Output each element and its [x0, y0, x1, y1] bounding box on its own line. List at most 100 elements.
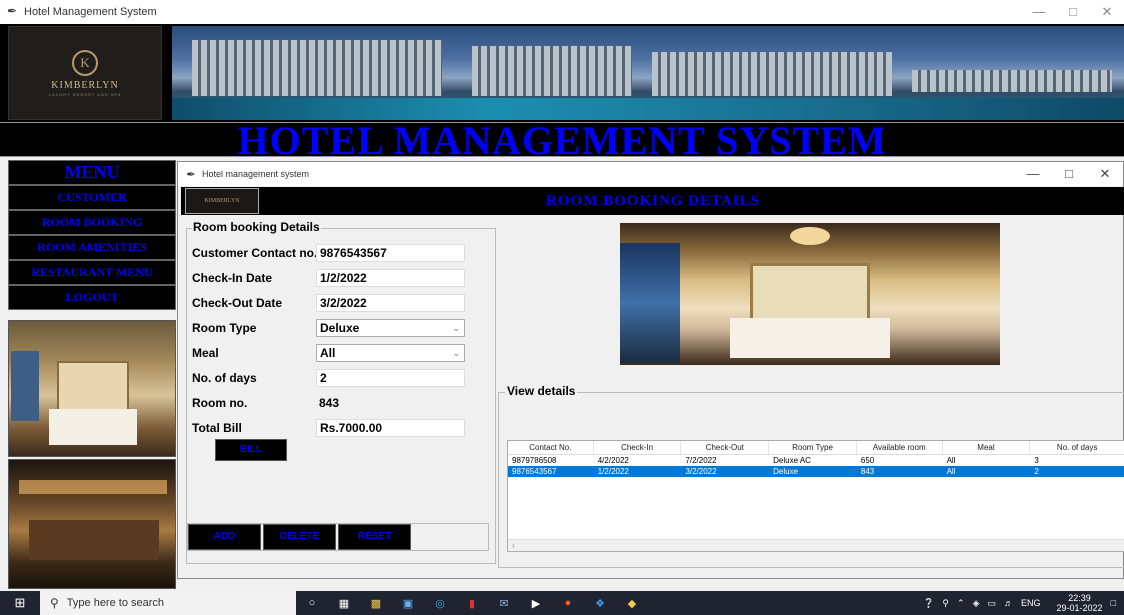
menu-item-restaurant-menu[interactable]: RESTAURANT MENU [8, 260, 176, 285]
meal-select[interactable]: All ⌄ [316, 344, 465, 362]
field-total-bill: Total Bill Rs.7000.00 [192, 419, 492, 439]
column-header[interactable]: No. of days [1030, 441, 1124, 454]
table-cell: 9876543567 [512, 467, 557, 476]
delete-button[interactable]: DELETE [263, 524, 336, 550]
system-tray: ❔ ⚲ ⌃ ◈ ▭ ♬ ENG 22:39 29-01-2022 □ [915, 591, 1116, 615]
file-explorer-icon[interactable]: ▩ [362, 594, 390, 612]
room-photo-window [620, 243, 680, 363]
days-input[interactable]: 2 [316, 369, 465, 387]
table-cell: All [946, 467, 956, 476]
room-photo [620, 223, 1000, 365]
chevron-down-icon[interactable]: ⌄ [452, 345, 460, 362]
notifications-icon[interactable]: □ [1111, 598, 1116, 608]
horizontal-scrollbar[interactable]: ‹ [508, 539, 1124, 551]
side-restaurant-image [8, 459, 176, 589]
side-room-image [8, 320, 176, 457]
room-no-value: 843 [319, 396, 340, 410]
column-header[interactable]: Check-In [594, 441, 682, 454]
table-cell: 3/2/2022 [685, 467, 717, 476]
search-icon: ⚲ [50, 596, 59, 610]
room-booking-heading: ROOM BOOKING DETAILS [546, 193, 760, 209]
checkout-input[interactable]: 3/2/2022 [316, 294, 465, 312]
child-maximize-button[interactable]: □ [1051, 162, 1087, 186]
edge-icon[interactable]: ◎ [426, 594, 454, 612]
field-meal: Meal All ⌄ [192, 344, 492, 364]
table-cell: 9879786508 [512, 456, 557, 465]
chrome-icon[interactable]: ● [554, 594, 582, 612]
field-days: No. of days 2 [192, 369, 492, 389]
logo-name: KIMBERLYN [51, 79, 119, 91]
table-cell: 1/2/2022 [597, 467, 629, 476]
volume-icon[interactable]: ♬ [1004, 598, 1013, 608]
child-feather-icon: ✒ [186, 168, 196, 181]
banner-building-left [192, 40, 442, 96]
clock[interactable]: 22:39 29-01-2022 [1049, 593, 1103, 613]
clock-date: 29-01-2022 [1056, 603, 1103, 613]
table-cell: Deluxe [773, 467, 799, 476]
table-cell: 3 [1034, 456, 1039, 465]
child-close-button[interactable]: ✕ [1087, 162, 1123, 186]
bill-button[interactable]: BILL [215, 439, 287, 461]
close-button[interactable]: ✕ [1090, 0, 1124, 24]
total-bill-input[interactable]: Rs.7000.00 [316, 419, 465, 437]
menu-item-customer[interactable]: CUSTOMER [8, 185, 176, 210]
room-type-value: Deluxe [320, 321, 360, 335]
child-minimize-button[interactable]: — [1015, 162, 1051, 186]
chevron-down-icon[interactable]: ⌄ [452, 320, 460, 337]
room-booking-header: ROOM BOOKING DETAILS KIMBERLYN [181, 187, 1124, 215]
python-icon[interactable]: ◆ [618, 594, 646, 612]
room-photo-headboard [750, 263, 870, 323]
maximize-button[interactable]: □ [1056, 0, 1090, 24]
system-title-band: HOTEL MANAGEMENT SYSTEM [0, 121, 1124, 161]
netflix-icon[interactable]: ▮ [458, 594, 486, 612]
table-header: Contact No. Check-In Check-Out Room Type… [508, 441, 1124, 455]
taskbar-apps: ○ ▦ ▩ ▣ ◎ ▮ ✉ ▶ ● ❖ ◆ [296, 591, 648, 615]
table-cell: Deluxe AC [773, 456, 811, 465]
main-window-title: Hotel Management System [24, 6, 157, 18]
column-header[interactable]: Meal [943, 441, 1031, 454]
windows-start-icon[interactable]: ⊞ [0, 595, 40, 611]
task-view-icon[interactable]: ▦ [330, 594, 358, 612]
add-button[interactable]: ADD [188, 524, 261, 550]
store-icon[interactable]: ▣ [394, 594, 422, 612]
chevron-up-icon[interactable]: ⌃ [957, 598, 965, 609]
language-indicator[interactable]: ENG [1021, 598, 1041, 608]
column-header[interactable]: Check-Out [681, 441, 770, 454]
table-cell: 650 [860, 456, 875, 465]
side-restaurant-lights [19, 480, 167, 494]
room-no-label: Room no. [192, 396, 248, 410]
contact-input[interactable]: 9876543567 [316, 244, 465, 262]
battery-icon[interactable]: ▭ [987, 598, 996, 609]
people-icon[interactable]: ⚲ [942, 598, 949, 609]
banner-building-far [912, 70, 1112, 92]
help-icon[interactable]: ❔ [923, 598, 934, 609]
mail-icon[interactable]: ✉ [490, 594, 518, 612]
room-type-select[interactable]: Deluxe ⌄ [316, 319, 465, 337]
prime-video-icon[interactable]: ▶ [522, 594, 550, 612]
menu-item-room-amenities[interactable]: ROOM AMENITIES [8, 235, 176, 260]
wifi-icon[interactable]: ◈ [973, 598, 980, 609]
hotel-logo: K KIMBERLYN LUXURY RESORT AND SPA [8, 26, 162, 120]
contact-label: Customer Contact no. [192, 246, 318, 260]
vscode-icon[interactable]: ❖ [586, 594, 614, 612]
table-row-selected[interactable]: 9876543567 1/2/2022 3/2/2022 Deluxe 843 … [508, 466, 1124, 477]
column-header[interactable]: Room Type [769, 441, 857, 454]
search-placeholder: Type here to search [66, 597, 165, 609]
days-label: No. of days [192, 371, 257, 385]
reset-button[interactable]: RESET [338, 524, 411, 550]
bookings-table[interactable]: Contact No. Check-In Check-Out Room Type… [507, 440, 1124, 552]
menu-title: MENU [8, 160, 176, 185]
mini-logo: KIMBERLYN [185, 188, 259, 214]
logo-tagline: LUXURY RESORT AND SPA [48, 91, 122, 97]
child-title-bar: ✒ Hotel management system — □ ✕ [178, 162, 1123, 186]
cortana-icon[interactable]: ○ [298, 594, 326, 612]
table-cell: 2 [1034, 467, 1039, 476]
menu-item-logout[interactable]: LOGOUT [8, 285, 176, 310]
table-row[interactable]: 9879786508 4/2/2022 7/2/2022 Deluxe AC 6… [508, 455, 1124, 466]
menu-item-room-booking[interactable]: ROOM BOOKING [8, 210, 176, 235]
column-header[interactable]: Contact No. [508, 441, 594, 454]
column-header[interactable]: Available room [857, 441, 943, 454]
minimize-button[interactable]: — [1022, 0, 1056, 24]
checkin-input[interactable]: 1/2/2022 [316, 269, 465, 287]
taskbar-search[interactable]: ⚲ Type here to search [40, 591, 296, 615]
